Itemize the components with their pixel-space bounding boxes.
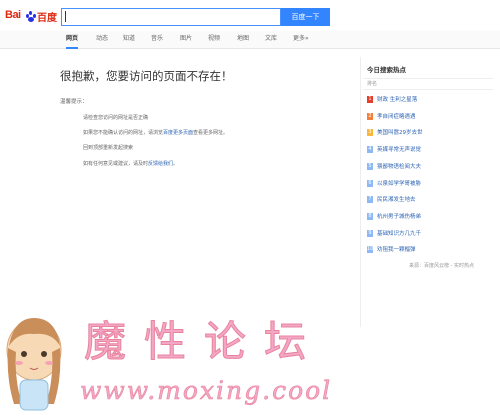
hot-item-link[interactable]: 劝阻我一颗榴弹 — [377, 245, 416, 253]
anime-girl-image — [6, 318, 62, 411]
tab-video[interactable]: 视频 — [208, 31, 220, 49]
rank-badge: 10 — [367, 246, 374, 254]
logo-text-baidu: 百度 — [37, 13, 57, 24]
rank-badge: 2 — [367, 112, 373, 120]
hot-list-item[interactable]: 6 以泉如学学哥被胁 — [367, 178, 492, 190]
hot-list-item[interactable]: 3 美国叫嚣29岁去世 — [367, 127, 492, 139]
rank-badge: 9 — [367, 229, 373, 237]
hint-line: 如果您不能确认访问的网址，请浏览百度更多页面查看更多网址。 — [83, 129, 228, 136]
watermark-url: www.moxing.cool — [80, 376, 333, 406]
tab-zhidao[interactable]: 知道 — [123, 31, 135, 49]
hint-text: 。 — [173, 161, 179, 167]
rank-badge: 7 — [367, 196, 373, 204]
logo-text-bai: Bai — [5, 9, 21, 21]
hot-item-link[interactable]: 基础知识方几九千 — [377, 229, 421, 237]
baidu-logo[interactable]: Bai 百度 — [5, 8, 57, 26]
tab-dynamic[interactable]: 动态 — [96, 31, 108, 49]
tab-music[interactable]: 音乐 — [151, 31, 163, 49]
hot-list-item[interactable]: 10 劝阻我一颗榴弹 — [367, 244, 492, 256]
hint-text: 请检查您访问的网址是否正确 — [83, 115, 149, 121]
hot-list-item[interactable]: 8 杭州男子城伤杨弟 — [367, 211, 492, 223]
rank-badge: 6 — [367, 179, 373, 187]
nav-tabs: 网页 动态 知道 音乐 图片 视频 地图 文库 更多» — [0, 31, 500, 49]
more-pages-link[interactable]: 百度更多页面 — [163, 130, 193, 136]
rank-badge: 3 — [367, 129, 373, 137]
watermark-title: 魔性论坛 — [83, 317, 325, 367]
hot-title: 今日搜索热点 — [367, 66, 406, 74]
hot-item-link[interactable]: 美国叫嚣29岁去世 — [377, 128, 423, 136]
hint-text: 如有任何意见或建议，请及时 — [83, 161, 149, 167]
hot-item-link[interactable]: 孝自闭症略遇遇 — [377, 112, 416, 120]
hot-item-link[interactable]: 财政 生利之星落 — [377, 95, 417, 103]
tab-web[interactable]: 网页 — [66, 31, 79, 49]
header: Bai 百度 百度一下 — [0, 0, 500, 31]
hint-line: 请检查您访问的网址是否正确 — [83, 114, 148, 121]
hint-line: 回到顶部重新发起搜索 — [83, 144, 133, 151]
hot-header: 排名 — [363, 78, 493, 90]
hint-text: 查看更多网址。 — [193, 130, 229, 136]
hot-item-link[interactable]: 猥鄙物语检阅大夫 — [377, 162, 421, 170]
tab-more[interactable]: 更多» — [293, 31, 309, 49]
hint-text: 回到顶部重新发起搜索 — [83, 145, 134, 151]
tab-map[interactable]: 地图 — [237, 31, 249, 49]
hot-list-item[interactable]: 2 孝自闭症略遇遇 — [367, 111, 492, 123]
tab-wenku[interactable]: 文库 — [265, 31, 277, 49]
search-input[interactable] — [61, 8, 281, 26]
hint-text: 如果您不能确认访问的网址，请浏览 — [83, 130, 164, 136]
tab-images[interactable]: 图片 — [180, 31, 192, 49]
search-button[interactable]: 百度一下 — [281, 8, 330, 26]
hot-item-link[interactable]: 以泉如学学哥被胁 — [377, 179, 421, 187]
feedback-link[interactable]: 反馈给我们 — [148, 161, 173, 167]
paw-icon — [25, 8, 37, 22]
rank-badge: 5 — [367, 162, 373, 170]
rank-badge: 4 — [367, 146, 373, 154]
hot-list-item[interactable]: 7 民民湘发生地去 — [367, 194, 492, 206]
hot-item-link[interactable]: 民民湘发生地去 — [377, 195, 416, 203]
watermark: 魔性论坛 www.moxing.cool — [0, 300, 500, 417]
hot-list-item[interactable]: 4 英媒寻常无声说觉 — [367, 144, 492, 156]
hot-list-item[interactable]: 9 基础知识方几九千 — [367, 228, 492, 240]
hot-search-panel: 今日搜索热点 排名 1 财政 生利之星落 2 孝自闭症略遇遇 3 美国叫嚣29岁去世 4 英媒… — [360, 57, 495, 327]
hint-label: 温馨提示： — [60, 99, 88, 105]
rank-badge: 8 — [367, 212, 373, 220]
hot-list-item[interactable]: 1 财政 生利之星落 — [367, 94, 492, 106]
rank-badge: 1 — [367, 96, 373, 103]
hot-list-item[interactable]: 5 猥鄙物语检阅大夫 — [367, 161, 492, 173]
hot-item-link[interactable]: 英媒寻常无声说觉 — [377, 145, 421, 153]
hot-source: 来源：百度风云榜 - 实时热点 — [409, 263, 474, 269]
page-title: 很抱歉，您要访问的页面不存在！ — [60, 69, 233, 83]
hint-line: 如有任何意见或建议，请及时反馈给我们。 — [83, 160, 178, 167]
hot-item-link[interactable]: 杭州男子城伤杨弟 — [377, 212, 421, 220]
